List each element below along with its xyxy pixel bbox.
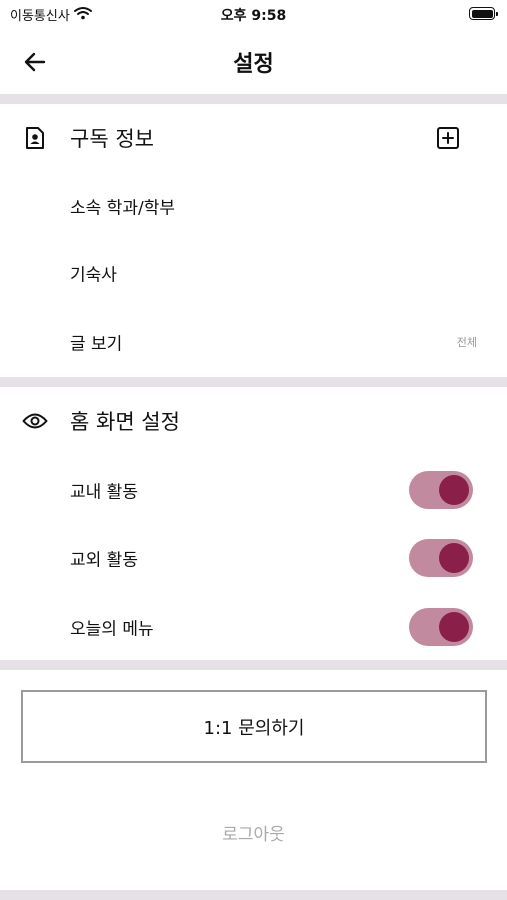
toggle-row-external-activities: 교외 활동 bbox=[0, 533, 507, 583]
list-item-department[interactable]: 소속 학과/학부 bbox=[0, 181, 507, 231]
external-activities-toggle[interactable] bbox=[409, 539, 473, 577]
list-item-dormitory[interactable]: 기숙사 bbox=[0, 248, 507, 298]
toggle-label: 교내 활동 bbox=[70, 482, 138, 503]
section-divider bbox=[0, 890, 507, 900]
list-item-label: 글 보기 bbox=[70, 334, 123, 355]
add-subscription-button[interactable] bbox=[435, 125, 461, 151]
todays-menu-toggle[interactable] bbox=[409, 608, 473, 646]
section-divider bbox=[0, 660, 507, 670]
status-time: 오후 9:58 bbox=[220, 8, 287, 24]
status-bar: 이동통신사 오후 9:58 bbox=[0, 0, 507, 30]
logout-button[interactable]: 로그아웃 bbox=[0, 820, 507, 845]
campus-activities-toggle[interactable] bbox=[409, 471, 473, 509]
subscription-header: 구독 정보 bbox=[0, 113, 507, 163]
contact-document-icon bbox=[22, 125, 48, 151]
list-item-label: 기숙사 bbox=[70, 265, 117, 286]
toggle-label: 오늘의 메뉴 bbox=[70, 619, 154, 640]
toggle-label: 교외 활동 bbox=[70, 550, 138, 571]
list-item-post-view[interactable]: 글 보기 전체 bbox=[0, 317, 507, 367]
home-settings-title: 홈 화면 설정 bbox=[70, 410, 180, 434]
nav-bar: 설정 bbox=[0, 30, 507, 94]
list-item-value: 전체 bbox=[456, 336, 477, 349]
list-item-label: 소속 학과/학부 bbox=[70, 198, 175, 219]
battery-icon bbox=[469, 7, 498, 20]
section-divider bbox=[0, 377, 507, 387]
home-settings-header: 홈 화면 설정 bbox=[0, 396, 507, 446]
plus-square-icon bbox=[437, 127, 459, 149]
section-divider bbox=[0, 94, 507, 104]
toggle-row-campus-activities: 교내 활동 bbox=[0, 465, 507, 515]
subscription-title: 구독 정보 bbox=[70, 127, 154, 151]
page-title: 설정 bbox=[233, 52, 274, 77]
inquiry-button[interactable]: 1:1 문의하기 bbox=[21, 690, 487, 763]
toggle-row-todays-menu: 오늘의 메뉴 bbox=[0, 602, 507, 652]
eye-icon bbox=[22, 408, 48, 434]
